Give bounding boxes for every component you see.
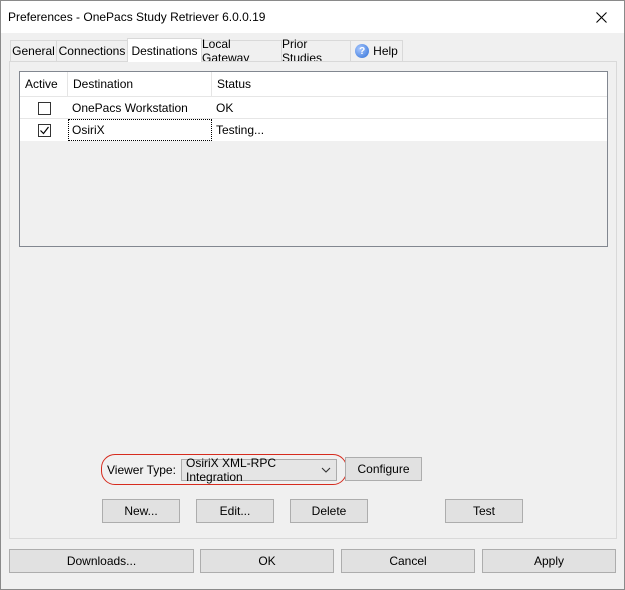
preferences-window: Preferences - OnePacs Study Retriever 6.…	[0, 0, 625, 590]
destination-name: OsiriX	[72, 123, 105, 137]
active-checkbox[interactable]	[38, 123, 51, 137]
tab-label: Help	[373, 44, 398, 58]
viewer-type-value: OsiriX XML-RPC Integration	[186, 456, 277, 484]
column-header-active[interactable]: Active	[20, 72, 68, 96]
close-button[interactable]	[578, 1, 624, 33]
ok-button[interactable]: OK	[200, 549, 334, 573]
table-empty-area	[20, 141, 607, 246]
status-text: Testing...	[216, 123, 265, 137]
chevron-down-icon	[321, 467, 331, 473]
tab-label: Destinations	[131, 43, 198, 58]
destination-name: OnePacs Workstation	[72, 101, 188, 115]
table-header: Active Destination Status	[20, 72, 607, 96]
viewer-type-select[interactable]: OsiriX XML-RPC Integration	[181, 456, 337, 484]
test-button[interactable]: Test	[445, 499, 523, 523]
tab-connections[interactable]: Connections	[56, 40, 128, 61]
table-row[interactable]: OnePacs Workstation OK	[20, 96, 607, 118]
delete-button[interactable]: Delete	[290, 499, 368, 523]
active-cell	[36, 119, 68, 141]
close-icon	[595, 11, 607, 23]
active-checkbox[interactable]	[38, 101, 51, 115]
tab-help[interactable]: ? Help	[350, 40, 403, 61]
status-cell: OK	[212, 97, 609, 119]
active-cell	[36, 97, 68, 119]
cancel-button[interactable]: Cancel	[341, 549, 475, 573]
tab-destinations[interactable]: Destinations	[127, 38, 202, 62]
edit-button[interactable]: Edit...	[196, 499, 274, 523]
status-cell: Testing...	[212, 119, 609, 141]
tab-local-gateway[interactable]: Local Gateway	[201, 37, 282, 65]
destinations-table: Active Destination Status OnePacs Workst…	[19, 71, 608, 247]
table-row[interactable]: OsiriX Testing...	[20, 118, 609, 141]
column-header-status[interactable]: Status	[212, 72, 609, 96]
tab-label: Connections	[58, 44, 126, 58]
window-title: Preferences - OnePacs Study Retriever 6.…	[8, 10, 266, 24]
tab-general[interactable]: General	[10, 40, 57, 61]
help-icon: ?	[355, 44, 370, 58]
column-label: Status	[217, 77, 252, 91]
title-bar[interactable]: Preferences - OnePacs Study Retriever 6.…	[1, 1, 624, 33]
tab-prior-studies[interactable]: Prior Studies	[281, 37, 351, 65]
apply-button[interactable]: Apply	[482, 549, 616, 573]
status-text: OK	[216, 101, 234, 115]
configure-button[interactable]: Configure	[345, 457, 422, 481]
column-label: Destination	[73, 77, 134, 91]
tab-label: General	[12, 44, 55, 58]
downloads-button[interactable]: Downloads...	[9, 549, 194, 573]
checkmark-icon	[40, 126, 49, 134]
new-button[interactable]: New...	[102, 499, 180, 523]
column-label: Active	[25, 77, 58, 91]
column-header-destination[interactable]: Destination	[68, 72, 212, 96]
destination-cell: OnePacs Workstation	[68, 97, 212, 119]
viewer-type-label: Viewer Type:	[107, 463, 176, 477]
destination-cell: OsiriX	[68, 119, 212, 141]
